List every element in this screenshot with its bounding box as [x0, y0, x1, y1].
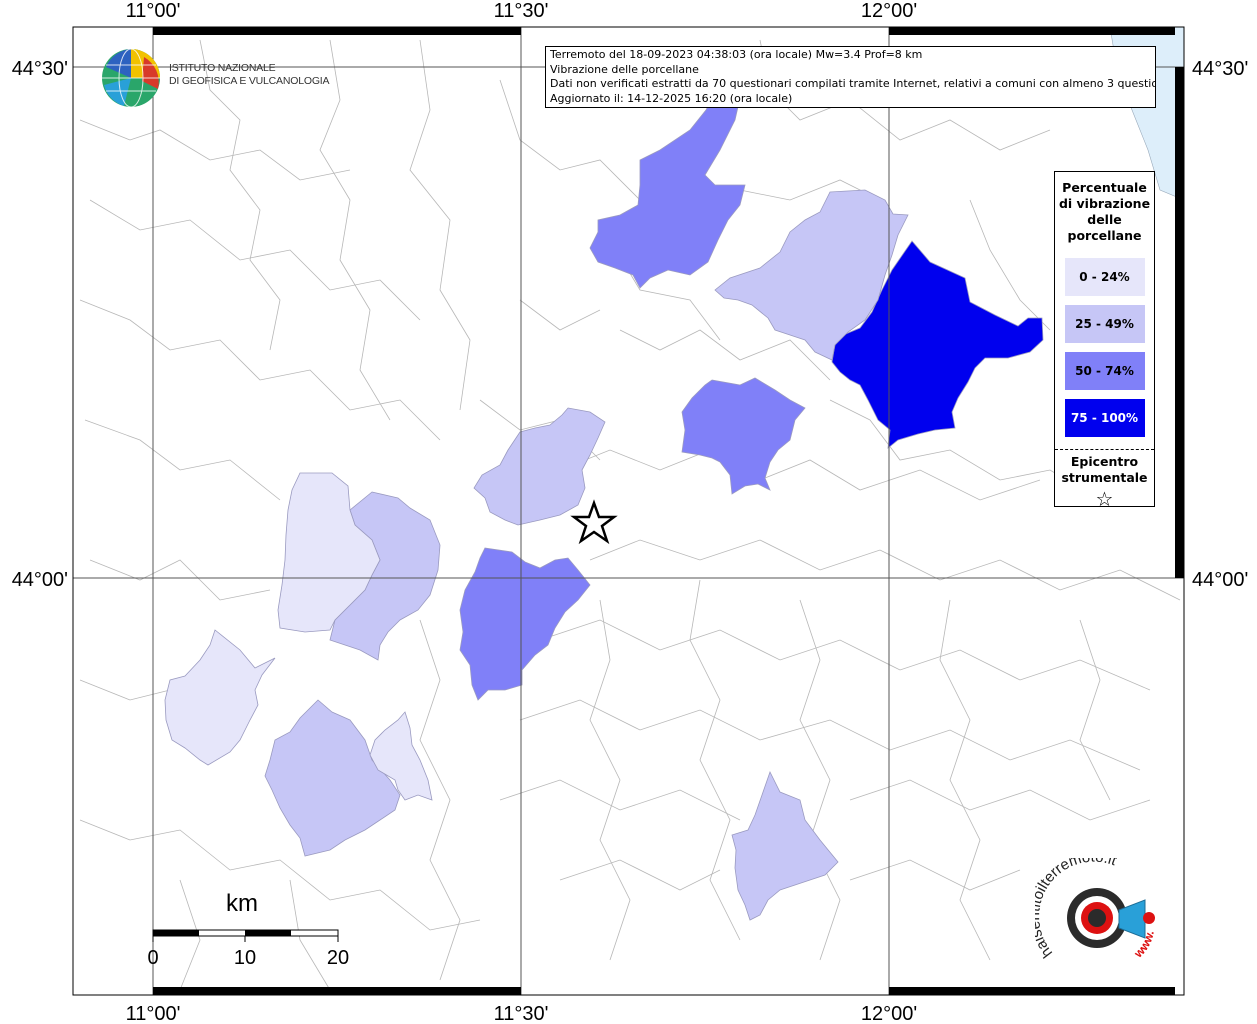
legend: Percentuale di vibrazione delle porcella… [1054, 171, 1155, 511]
legend-title: Percentuale di vibrazione delle porcella… [1055, 180, 1154, 244]
update-time: Aggiornato il: 14-12-2025 16:20 (ora loc… [550, 91, 793, 105]
lat-label-left-1: 44°30' [12, 58, 68, 80]
legend-title-line: delle [1087, 212, 1122, 227]
globe-icon [102, 48, 160, 108]
legend-epicenter-line: Epicentro [1070, 454, 1139, 469]
lat-label-right-2: 44°00' [1192, 569, 1248, 591]
legend-item-25-49: 25 - 49% [1064, 305, 1145, 343]
legend-title-line: di vibrazione [1058, 196, 1151, 211]
legend-epicenter-title: Epicentro strumentale [1055, 454, 1154, 486]
ingv-line-2: DI GEOFISICA E VULCANOLOGIA [169, 75, 330, 87]
lon-label-top-2: 11°30' [494, 0, 549, 22]
scale-tick-0: 0 [147, 947, 158, 969]
event-title: Terremoto del 18-09-2023 04:38:03 (ora l… [550, 48, 923, 61]
legend-title-line: Percentuale [1062, 180, 1147, 195]
ingv-line-1: ISTITUTO NAZIONALE [169, 62, 276, 74]
legend-item-0-24: 0 - 24% [1064, 258, 1145, 296]
legend-separator [1055, 449, 1154, 450]
lon-label-top-3: 12°00' [861, 0, 917, 22]
legend-star-icon: ☆ [1095, 487, 1114, 511]
legend-item-50-74: 50 - 74% [1064, 352, 1145, 390]
ingv-logo-text: ISTITUTO NAZIONALE DI GEOFISICA E VULCAN… [169, 62, 330, 88]
lon-label-bottom-1: 11°00' [126, 1003, 181, 1024]
lat-label-right-1: 44°30' [1192, 58, 1248, 80]
haisentito-logo[interactable]: haisentitoilterremoto.it www. [1026, 849, 1165, 978]
event-info-box: Terremoto del 18-09-2023 04:38:03 (ora l… [545, 46, 1156, 108]
target-megaphone-icon: haisentitoilterremoto.it www. [1026, 849, 1157, 962]
lon-label-top-1: 11°00' [126, 0, 181, 22]
legend-item-75-100: 75 - 100% [1064, 399, 1145, 437]
scale-tick-10: 10 [234, 947, 256, 969]
map-subject: Vibrazione delle porcellane [550, 62, 699, 76]
scale-tick-20: 20 [327, 947, 349, 969]
data-note: Dati non verificati estratti da 70 quest… [550, 77, 1156, 90]
legend-title-line: porcellane [1067, 228, 1142, 243]
lon-label-bottom-2: 11°30' [494, 1003, 549, 1024]
lon-label-bottom-3: 12°00' [861, 1003, 917, 1024]
legend-epicenter-line: strumentale [1061, 470, 1148, 485]
scale-bar-unit: km [226, 890, 258, 917]
lat-label-left-2: 44°00' [12, 569, 68, 591]
